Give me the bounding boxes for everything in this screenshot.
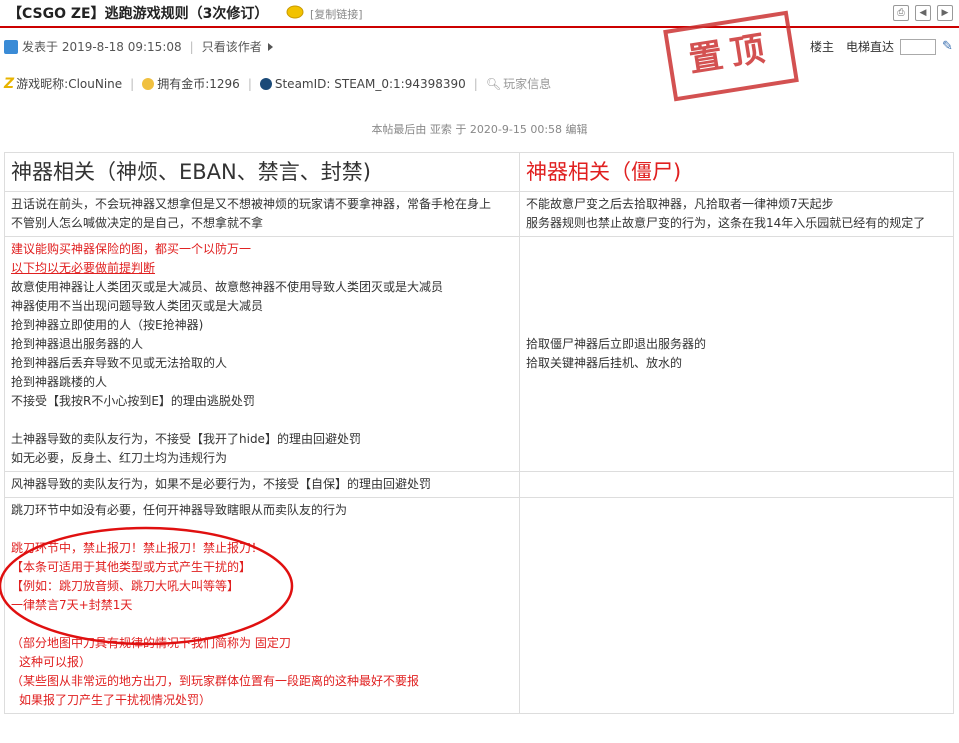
rule-line: 不接受【我按R不小心按到E】的理由逃脱处罚 bbox=[11, 394, 255, 408]
rule-line: （某些图从非常远的地方出刀，到玩家群体位置有一段距离的这种最好不要报 bbox=[11, 674, 420, 688]
gold-icon bbox=[142, 77, 155, 90]
game-icon: Z bbox=[4, 75, 15, 92]
post-time: 发表于 2019-8-18 09:15:08 bbox=[22, 40, 182, 54]
table-cell bbox=[519, 471, 954, 498]
elevator-label: 电梯直达 bbox=[846, 40, 895, 54]
search-icon: 🔍︎ bbox=[485, 76, 502, 91]
rule-line: 以下均以无必要做前提判断 bbox=[11, 261, 156, 275]
rule-line: 服务器规则也禁止故意尸变的行为，这条在我14年入乐园就已经有的规定了 bbox=[526, 216, 926, 230]
steamid: SteamID: STEAM_0:1:94398390 bbox=[274, 76, 466, 91]
rule-line: 不管别人怎么喊做决定的是自己，不想拿就不拿 bbox=[11, 216, 264, 230]
rule-line: 土神器导致的卖队友行为，不接受【我开了hide】的理由回避处罚 bbox=[11, 432, 361, 446]
rule-line: 抢到神器后丢弃导致不见或无法拾取的人 bbox=[11, 356, 228, 370]
rule-line: 抢到神器立即使用的人（按E抢神器) bbox=[11, 318, 204, 332]
player-info-link[interactable]: 玩家信息 bbox=[503, 75, 551, 92]
table-cell: 风神器导致的卖队友行为，如果不是必要行为，不接受【自保】的理由回避处罚 bbox=[4, 471, 520, 498]
elevator-input[interactable] bbox=[900, 38, 937, 55]
copy-link[interactable]: [复制链接] bbox=[310, 6, 363, 22]
reward-icon bbox=[286, 5, 304, 19]
only-author-link[interactable]: 只看该作者 bbox=[202, 38, 262, 55]
header-cell: 神器相关（神烦、EBAN、禁言、封禁) bbox=[4, 152, 520, 192]
rule-line: 这种可以报） bbox=[19, 655, 92, 669]
thread-title: 【CSGO ZE】逃跑游戏规则（3次修订） bbox=[8, 6, 269, 22]
separator: | bbox=[473, 76, 478, 91]
print-icon[interactable]: ⎙ bbox=[893, 5, 909, 21]
separator: | bbox=[189, 39, 194, 54]
rule-line: 丑话说在前头，不会玩神器又想拿但是又不想被神烦的玩家请不要拿神器，常备手枪在身上 bbox=[11, 197, 492, 211]
table-row: 丑话说在前头，不会玩神器又想拿但是又不想被神烦的玩家请不要拿神器，常备手枪在身上… bbox=[4, 191, 954, 237]
rule-line: 拾取关键神器后挂机、放水的 bbox=[526, 356, 683, 370]
table-cell bbox=[519, 497, 954, 714]
rule-line: 建议能购买神器保险的图，都买一个以防万一 bbox=[11, 242, 252, 256]
arrow-right-icon bbox=[267, 42, 273, 51]
header-cell: 神器相关（僵尸) bbox=[519, 152, 954, 192]
next-icon[interactable]: ▶ bbox=[937, 5, 953, 21]
rule-line: 抢到神器跳楼的人 bbox=[11, 375, 108, 389]
table-row: 建议能购买神器保险的图，都买一个以防万一 以下均以无必要做前提判断 故意使用神器… bbox=[4, 236, 954, 472]
table-cell: 不能故意尸变之后去拾取神器，凡拾取者一律神烦7天起步 服务器规则也禁止故意尸变的… bbox=[519, 191, 954, 237]
rule-line: 拾取僵尸神器后立即退出服务器的 bbox=[526, 337, 707, 351]
table-row: 神器相关（神烦、EBAN、禁言、封禁) 神器相关（僵尸) bbox=[4, 152, 954, 192]
table-row: 风神器导致的卖队友行为，如果不是必要行为，不接受【自保】的理由回避处罚 bbox=[4, 471, 954, 498]
rule-line: 如无必要，反身土、红刀土均为违规行为 bbox=[11, 451, 228, 465]
table-cell: 建议能购买神器保险的图，都买一个以防万一 以下均以无必要做前提判断 故意使用神器… bbox=[4, 236, 520, 472]
edit-notice: 本帖最后由 亚索 于 2020-9-15 00:58 编辑 bbox=[371, 123, 588, 136]
edit-icon[interactable]: ✎ bbox=[942, 39, 953, 54]
rule-line: 抢到神器退出服务器的人 bbox=[11, 337, 144, 351]
floor-tools: 楼主 电梯直达 ✎ bbox=[810, 38, 953, 55]
user-info: Z 游戏昵称:ClouNine | 拥有金币:1296 | SteamID: S… bbox=[4, 75, 551, 92]
nickname: 游戏昵称:ClouNine bbox=[16, 77, 123, 91]
prev-icon[interactable]: ◀ bbox=[915, 5, 931, 21]
highlight-ellipse bbox=[0, 526, 294, 646]
user-icon bbox=[4, 39, 18, 54]
table-cell: 丑话说在前头，不会玩神器又想拿但是又不想被神烦的玩家请不要拿神器，常备手枪在身上… bbox=[4, 191, 520, 237]
rule-line: 不能故意尸变之后去拾取神器，凡拾取者一律神烦7天起步 bbox=[526, 197, 834, 211]
rule-line: 如果报了刀产生了干扰视情况处罚） bbox=[19, 693, 212, 707]
separator: | bbox=[130, 76, 135, 91]
gold: 拥有金币:1296 bbox=[157, 77, 240, 91]
rule-line: 神器使用不当出现问题导致人类团灭或是大减员 bbox=[11, 299, 264, 313]
separator: | bbox=[247, 76, 252, 91]
floor-label: 楼主 bbox=[810, 40, 835, 54]
title-bar: 【CSGO ZE】逃跑游戏规则（3次修订） [复制链接] ⎙ ◀ ▶ bbox=[0, 0, 959, 28]
post-info: 发表于 2019-8-18 09:15:08 | 只看该作者 bbox=[4, 38, 273, 55]
table-cell: 拾取僵尸神器后立即退出服务器的 拾取关键神器后挂机、放水的 bbox=[519, 236, 954, 472]
top-tools: ⎙ ◀ ▶ bbox=[893, 5, 953, 21]
steam-icon bbox=[259, 77, 272, 90]
rule-line: 故意使用神器让人类团灭或是大减员、故意憋神器不使用导致人类团灭或是大减员 bbox=[11, 280, 444, 294]
rule-line: 跳刀环节中如没有必要，任何开神器导致瞎眼从而卖队友的行为 bbox=[11, 503, 348, 517]
